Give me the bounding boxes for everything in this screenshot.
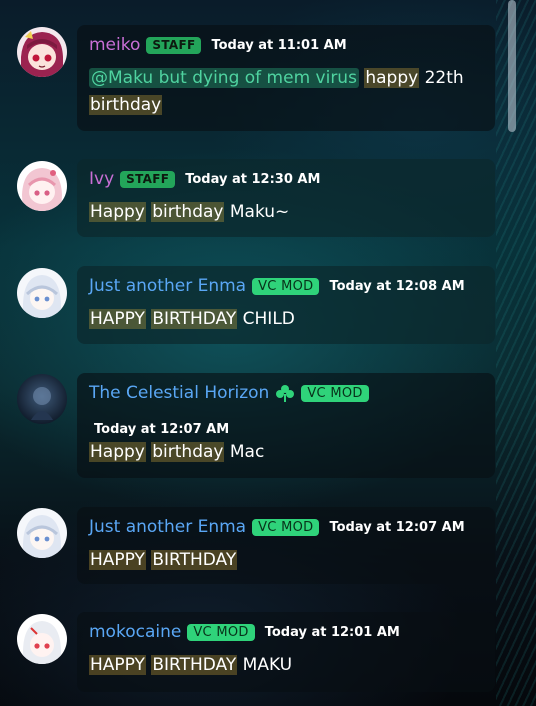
author-name[interactable]: mokocaine xyxy=(89,622,181,642)
text-fragment: Mac xyxy=(229,442,265,462)
message-header: Just another Enma VC MOD Today at 12:07 … xyxy=(89,517,465,537)
message-bubble: Ivy STAFF Today at 12:30 AM Happy birthd… xyxy=(77,159,495,237)
avatar[interactable] xyxy=(17,27,67,77)
role-badge[interactable]: VC MOD xyxy=(187,623,255,641)
message-header: mokocaine VC MOD Today at 12:01 AM xyxy=(89,622,400,642)
message-text: HAPPY BIRTHDAY CHILD xyxy=(89,306,295,333)
message-header: Ivy STAFF Today at 12:30 AM xyxy=(89,169,320,189)
highlight: HAPPY xyxy=(89,309,146,329)
role-badge[interactable]: STAFF xyxy=(146,36,202,54)
message-bubble: mokocaine VC MOD Today at 12:01 AM HAPPY… xyxy=(77,612,495,692)
highlight: birthday xyxy=(89,95,163,115)
timestamp[interactable]: Today at 12:07 AM xyxy=(329,520,464,535)
role-badge[interactable]: VC MOD xyxy=(252,277,320,295)
author-name[interactable]: Just another Enma xyxy=(89,517,246,537)
highlight: birthday xyxy=(151,202,225,222)
highlight: Happy xyxy=(89,202,146,222)
message-bubble: meiko STAFF Today at 11:01 AM @Maku but … xyxy=(77,25,495,131)
text-fragment: CHILD xyxy=(242,309,295,329)
highlight: HAPPY xyxy=(89,550,146,570)
highlight: happy xyxy=(364,68,420,88)
highlight: BIRTHDAY xyxy=(151,655,238,675)
clover-icon xyxy=(275,383,295,403)
author-name[interactable]: Just another Enma xyxy=(89,276,246,296)
timestamp[interactable]: Today at 12:08 AM xyxy=(329,279,464,294)
message-text: HAPPY BIRTHDAY xyxy=(89,547,238,574)
message-header: Just another Enma VC MOD Today at 12:08 … xyxy=(89,276,465,296)
message-bubble: Just another Enma VC MOD Today at 12:07 … xyxy=(77,507,495,584)
text-fragment: Maku~ xyxy=(229,202,290,222)
role-badge[interactable]: VC MOD xyxy=(301,384,369,402)
text-fragment: MAKU xyxy=(242,655,293,675)
avatar[interactable] xyxy=(17,508,67,558)
user-mention[interactable]: @Maku but dying of mem virus xyxy=(89,68,359,88)
highlight: HAPPY xyxy=(89,655,146,675)
message-bubble: The Celestial Horizon VC MOD Today at 12… xyxy=(77,373,495,478)
text-fragment: 22th xyxy=(424,68,464,88)
message-header: meiko STAFF Today at 11:01 AM xyxy=(89,35,347,55)
author-name[interactable]: The Celestial Horizon xyxy=(89,383,269,403)
role-badge[interactable]: STAFF xyxy=(120,170,176,188)
scrollbar[interactable] xyxy=(508,0,516,706)
avatar[interactable] xyxy=(17,161,67,211)
highlight: BIRTHDAY xyxy=(151,550,238,570)
avatar[interactable] xyxy=(17,374,67,424)
message-header-wrap: Today at 12:07 AM xyxy=(94,418,229,437)
avatar[interactable] xyxy=(17,614,67,664)
author-name[interactable]: Ivy xyxy=(89,169,114,189)
author-name[interactable]: meiko xyxy=(89,35,140,55)
highlight: Happy xyxy=(89,442,146,462)
highlight: BIRTHDAY xyxy=(151,309,238,329)
scrollbar-thumb[interactable] xyxy=(508,0,516,132)
message-text: @Maku but dying of mem virus happy 22th … xyxy=(89,65,464,119)
message-text: HAPPY BIRTHDAY MAKU xyxy=(89,652,292,679)
message-header: The Celestial Horizon VC MOD xyxy=(89,383,369,403)
role-badge[interactable]: VC MOD xyxy=(252,518,320,536)
background-streaks xyxy=(496,0,536,706)
timestamp[interactable]: Today at 12:30 AM xyxy=(185,172,320,187)
message-text: Happy birthday Maku~ xyxy=(89,199,289,226)
timestamp[interactable]: Today at 12:01 AM xyxy=(265,625,400,640)
message-bubble: Just another Enma VC MOD Today at 12:08 … xyxy=(77,266,495,344)
highlight: birthday xyxy=(151,442,225,462)
timestamp[interactable]: Today at 12:07 AM xyxy=(94,422,229,437)
timestamp[interactable]: Today at 11:01 AM xyxy=(211,38,346,53)
message-text: Happy birthday Mac xyxy=(89,439,264,466)
avatar[interactable] xyxy=(17,268,67,318)
